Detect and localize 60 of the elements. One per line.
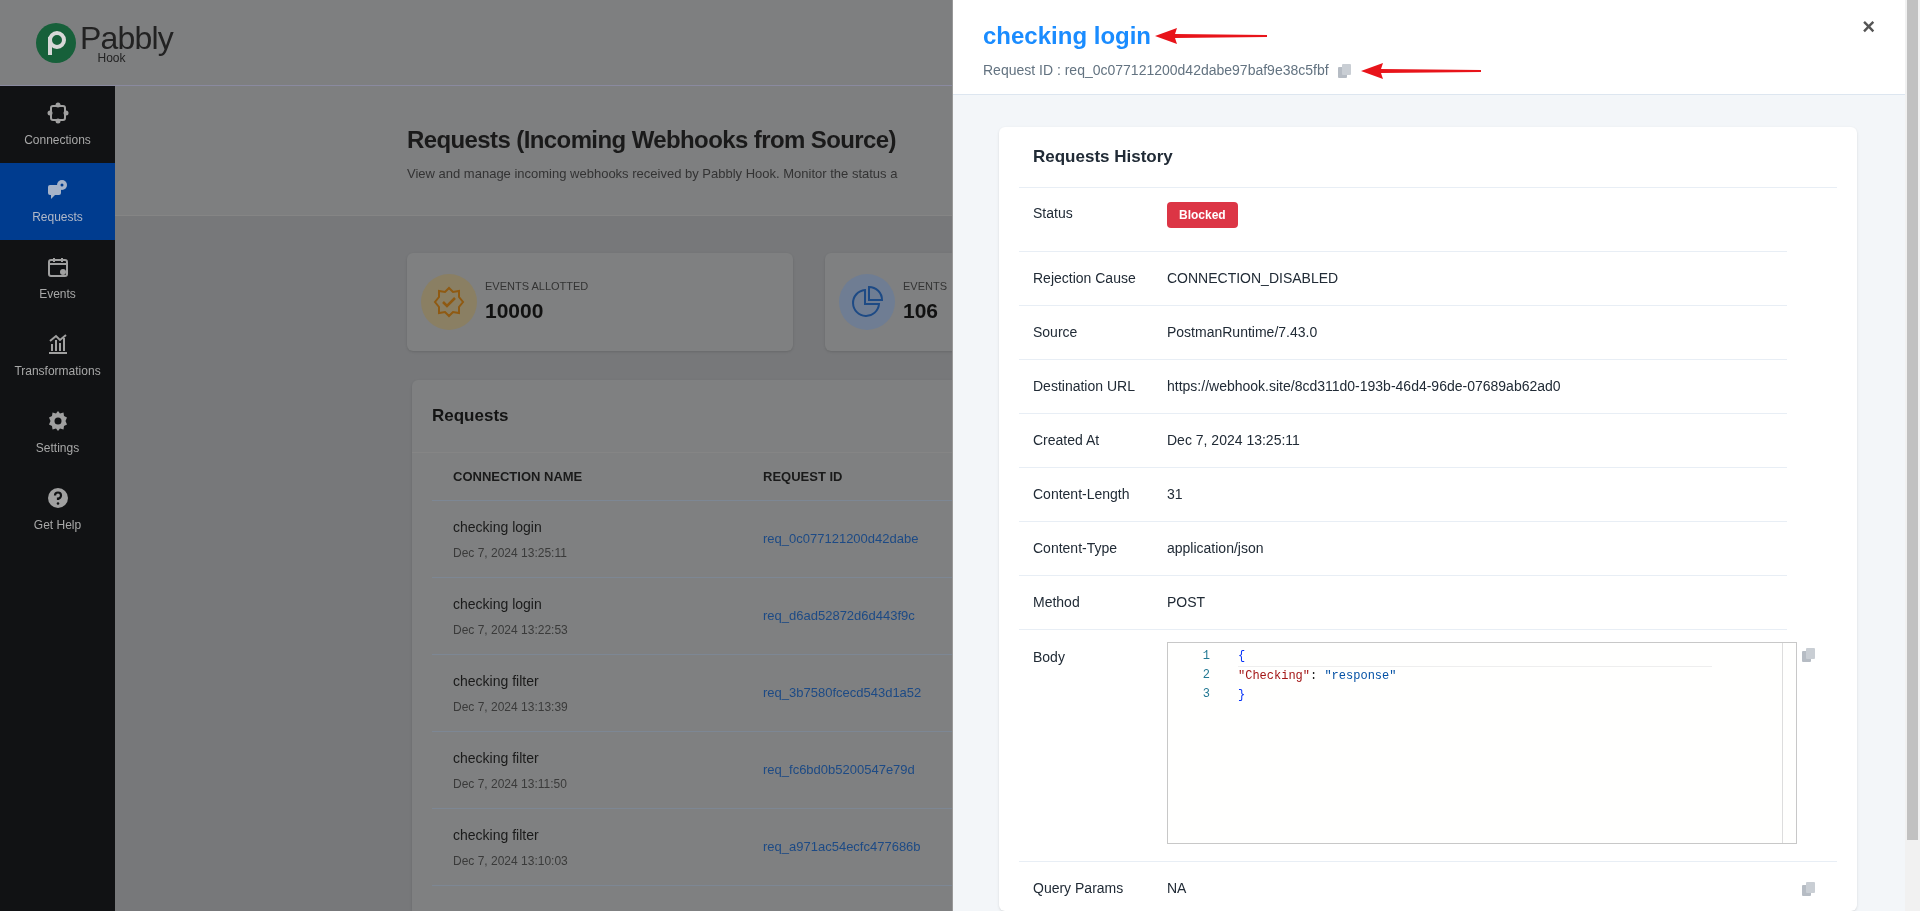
stat-value: 106 [903, 297, 940, 324]
request-date: Dec 7, 2024 13:25:11 [453, 544, 568, 562]
scrollbar[interactable] [1905, 0, 1920, 911]
field-label: Body [1033, 648, 1066, 667]
connections-icon [45, 100, 70, 125]
request-date: Dec 7, 2024 13:22:53 [453, 621, 569, 639]
field-label: Rejection Cause [1033, 269, 1137, 288]
field-label: Source [1033, 323, 1079, 342]
request-date: Dec 7, 2024 13:13:39 [453, 698, 569, 716]
sidebar-item[interactable]: Requests [0, 163, 115, 240]
copy-icon[interactable] [1336, 62, 1353, 79]
page-title: Requests (Incoming Webhooks from Source) [407, 125, 897, 155]
line-number: 1 [1202, 648, 1210, 665]
field-label: Query Params [1033, 879, 1125, 898]
help-icon [45, 485, 70, 510]
stat-label: EVENTS [903, 279, 947, 294]
connection-name: checking login [453, 517, 543, 537]
column-header: CONNECTION NAME [453, 467, 584, 486]
line-number: 2 [1202, 667, 1210, 684]
field-label: Status [1033, 204, 1074, 223]
column-header: REQUEST ID [763, 467, 843, 486]
field-label: Content-Length [1033, 485, 1131, 504]
code-line: { [1238, 647, 1712, 667]
field-value: application/json [1167, 539, 1264, 558]
card-title: Requests History [1019, 127, 1837, 188]
stat-label: EVENTS ALLOTTED [485, 279, 589, 294]
field-value: https://webhook.site/8cd311d0-193b-46d4-96de-07689ab62ad0 [1167, 377, 1561, 396]
connection-name: checking filter [453, 671, 540, 691]
field-label: Content-Type [1033, 539, 1119, 558]
request-date: Dec 7, 2024 13:10:03 [453, 852, 569, 870]
connection-name: checking filter [453, 748, 540, 768]
copy-icon[interactable] [1801, 647, 1817, 663]
pie-chart-icon [839, 274, 895, 330]
field-value: 31 [1167, 485, 1183, 504]
close-button[interactable]: × [1862, 16, 1875, 38]
logo-icon [36, 22, 76, 63]
field-value: NA [1167, 879, 1188, 898]
page-subtitle: View and manage incoming webhooks received by Pabbly Hook. Monitor the status a [407, 165, 899, 183]
field-value: CONNECTION_DISABLED [1167, 269, 1339, 288]
field-value: PostmanRuntime/7.43.0 [1167, 323, 1318, 342]
field-value: Dec 7, 2024 13:25:11 [1167, 431, 1300, 450]
drawer-title: checking login [983, 21, 1152, 51]
stat-value: 10000 [485, 297, 545, 324]
connection-name: checking filter [453, 825, 540, 845]
code-line: "Checking": "response" [1238, 668, 1398, 685]
badge-check-icon [421, 274, 477, 330]
field-label: Created At [1033, 431, 1101, 450]
request-date: Dec 7, 2024 13:11:50 [453, 775, 568, 793]
chat-question-icon [45, 177, 70, 202]
field-label: Destination URL [1033, 377, 1136, 396]
field-label: Method [1033, 593, 1081, 612]
status-badge: Blocked [1167, 202, 1238, 228]
connection-name: checking login [453, 594, 543, 614]
code-line: } [1238, 687, 1247, 704]
request-id: Request ID : req_0c077121200d42dabe97baf9e38c5fbf [983, 61, 1329, 80]
logo-text: Pabbly [80, 21, 174, 54]
code-editor[interactable]: 1 2 3 { "Checking": "response" } [1167, 642, 1797, 844]
copy-icon[interactable] [1801, 880, 1817, 897]
line-number: 3 [1202, 686, 1210, 703]
field-value: POST [1167, 593, 1206, 612]
